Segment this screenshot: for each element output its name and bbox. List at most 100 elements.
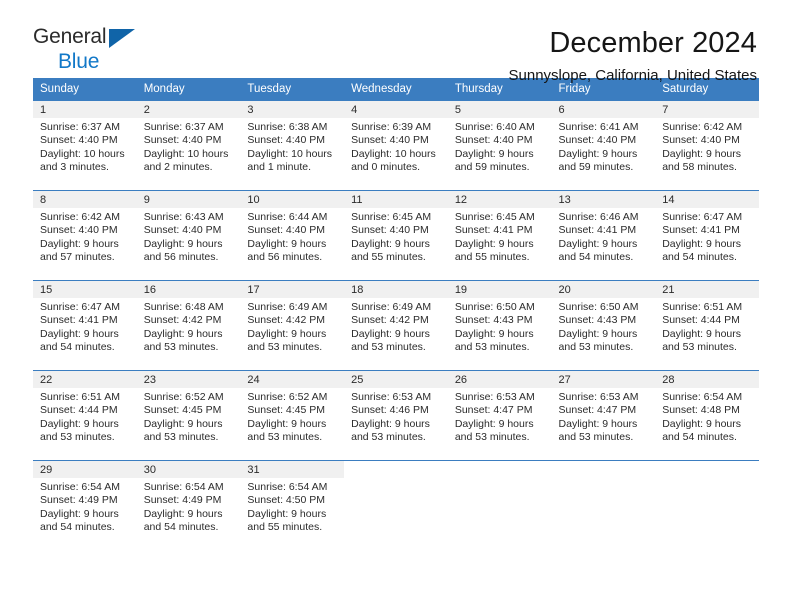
sunset-text: Sunset: 4:42 PM bbox=[247, 314, 326, 327]
calendar-day-cell[interactable]: 30 Sunrise: 6:54 AM Sunset: 4:49 PM Dayligh… bbox=[136, 460, 241, 550]
calendar-day-cell[interactable]: 26 Sunrise: 6:53 AM Sunset: 4:47 PM Dayligh… bbox=[447, 370, 552, 461]
sunrise-text: Sunrise: 6:51 AM bbox=[662, 301, 743, 313]
day-cell-inner: 22 Sunrise: 6:51 AM Sunset: 4:44 PM Dayligh… bbox=[33, 371, 137, 460]
sunset-text: Sunset: 4:46 PM bbox=[351, 404, 429, 417]
calendar-day-cell[interactable]: 20 Sunrise: 6:50 AM Sunset: 4:43 PM Dayligh… bbox=[551, 280, 656, 371]
calendar-day-cell[interactable]: 14 Sunrise: 6:47 AM Sunset: 4:41 PM Dayligh… bbox=[655, 190, 759, 281]
calendar-day-cell[interactable]: 10 Sunrise: 6:44 AM Sunset: 4:40 PM Dayligh… bbox=[240, 190, 345, 281]
daylight-text-line1: Daylight: 9 hours bbox=[247, 507, 327, 520]
calendar-day-cell[interactable]: 15 Sunrise: 6:47 AM Sunset: 4:41 PM Dayligh… bbox=[33, 280, 137, 371]
calendar-day-cell[interactable]: 16 Sunrise: 6:48 AM Sunset: 4:42 PM Dayligh… bbox=[136, 280, 241, 371]
calendar-day-cell[interactable]: 6 Sunrise: 6:41 AM Sunset: 4:40 PM Daylight… bbox=[551, 100, 656, 191]
daylight-text-line2: and 56 minutes. bbox=[247, 251, 323, 264]
daylight-text-line1: Daylight: 9 hours bbox=[662, 417, 742, 430]
day-cell-inner: 1 Sunrise: 6:37 AM Sunset: 4:40 PM Daylight… bbox=[33, 101, 137, 190]
sunset-text: Sunset: 4:44 PM bbox=[40, 404, 118, 417]
sunset-text: Sunset: 4:41 PM bbox=[454, 224, 533, 237]
day-sun-info: Sunrise: 6:51 AM Sunset: 4:44 PM Daylight:… bbox=[33, 388, 137, 445]
calendar-day-cell[interactable]: 12 Sunrise: 6:45 AM Sunset: 4:41 PM Dayligh… bbox=[447, 190, 552, 281]
sunrise-text: Sunrise: 6:50 AM bbox=[558, 301, 639, 313]
sunset-text: Sunset: 4:40 PM bbox=[40, 134, 118, 147]
day-sun-info: Sunrise: 6:47 AM Sunset: 4:41 PM Daylight:… bbox=[33, 298, 137, 355]
daylight-text-line1: Daylight: 9 hours bbox=[558, 417, 638, 430]
calendar-day-cell[interactable]: 19 Sunrise: 6:50 AM Sunset: 4:43 PM Dayligh… bbox=[447, 280, 552, 371]
day-sun-info: Sunrise: 6:53 AM Sunset: 4:46 PM Daylight:… bbox=[344, 388, 448, 445]
calendar-page: General Blue December 2024 Sunnyslope, C… bbox=[0, 0, 792, 612]
calendar-day-cell[interactable]: 24 Sunrise: 6:52 AM Sunset: 4:45 PM Dayligh… bbox=[240, 370, 345, 461]
calendar-day-cell[interactable]: 28 Sunrise: 6:54 AM Sunset: 4:48 PM Dayligh… bbox=[655, 370, 759, 461]
calendar-day-cell[interactable]: 29 Sunrise: 6:54 AM Sunset: 4:49 PM Dayligh… bbox=[33, 460, 137, 550]
calendar-day-cell[interactable]: 1 Sunrise: 6:37 AM Sunset: 4:40 PM Daylight… bbox=[33, 100, 137, 191]
daylight-text-line2: and 53 minutes. bbox=[247, 431, 323, 444]
calendar-day-cell[interactable] bbox=[344, 460, 448, 550]
calendar-day-cell[interactable]: 13 Sunrise: 6:46 AM Sunset: 4:41 PM Dayligh… bbox=[551, 190, 656, 281]
day-number bbox=[447, 461, 552, 478]
sunrise-text: Sunrise: 6:37 AM bbox=[40, 121, 120, 133]
calendar-day-cell[interactable]: 25 Sunrise: 6:53 AM Sunset: 4:46 PM Dayligh… bbox=[344, 370, 448, 461]
calendar-day-cell[interactable]: 31 Sunrise: 6:54 AM Sunset: 4:50 PM Dayligh… bbox=[240, 460, 345, 550]
page-title: December 2024 bbox=[549, 27, 757, 59]
sunset-text: Sunset: 4:50 PM bbox=[247, 494, 326, 507]
calendar-table: Sunday Monday Tuesday Wednesday Thursday… bbox=[33, 78, 759, 550]
calendar-day-cell[interactable]: 8 Sunrise: 6:42 AM Sunset: 4:40 PM Daylight… bbox=[33, 190, 137, 281]
daylight-text-line1: Daylight: 9 hours bbox=[454, 147, 534, 160]
sunset-text: Sunset: 4:45 PM bbox=[143, 404, 222, 417]
daylight-text-line1: Daylight: 10 hours bbox=[143, 147, 229, 160]
day-cell-inner: 10 Sunrise: 6:44 AM Sunset: 4:40 PM Dayligh… bbox=[240, 191, 345, 280]
daylight-text-line2: and 53 minutes. bbox=[558, 431, 634, 444]
day-number: 18 bbox=[344, 281, 448, 298]
calendar-day-cell[interactable] bbox=[655, 460, 759, 550]
day-cell-inner: 24 Sunrise: 6:52 AM Sunset: 4:45 PM Dayligh… bbox=[240, 371, 345, 460]
sunset-text: Sunset: 4:41 PM bbox=[558, 224, 637, 237]
day-number bbox=[655, 461, 759, 478]
daylight-text-line1: Daylight: 9 hours bbox=[247, 417, 327, 430]
daylight-text-line2: and 2 minutes. bbox=[143, 161, 213, 174]
day-sun-info bbox=[552, 478, 656, 481]
calendar-day-cell[interactable]: 4 Sunrise: 6:39 AM Sunset: 4:40 PM Daylight… bbox=[344, 100, 448, 191]
logo-text-blue: Blue bbox=[58, 50, 100, 73]
daylight-text-line2: and 53 minutes. bbox=[247, 341, 323, 354]
calendar-day-cell[interactable]: 11 Sunrise: 6:45 AM Sunset: 4:40 PM Dayligh… bbox=[344, 190, 448, 281]
calendar-day-cell[interactable]: 21 Sunrise: 6:51 AM Sunset: 4:44 PM Dayligh… bbox=[655, 280, 759, 371]
weekday-header-tuesday: Tuesday bbox=[240, 78, 345, 101]
day-number: 24 bbox=[240, 371, 345, 388]
calendar-day-cell[interactable]: 3 Sunrise: 6:38 AM Sunset: 4:40 PM Daylight… bbox=[240, 100, 345, 191]
day-number: 27 bbox=[551, 371, 656, 388]
day-sun-info: Sunrise: 6:49 AM Sunset: 4:42 PM Daylight:… bbox=[240, 298, 344, 355]
sunrise-text: Sunrise: 6:47 AM bbox=[40, 301, 120, 313]
day-cell-inner bbox=[551, 461, 656, 550]
calendar-day-cell[interactable]: 27 Sunrise: 6:53 AM Sunset: 4:47 PM Dayligh… bbox=[551, 370, 656, 461]
day-cell-inner: 11 Sunrise: 6:45 AM Sunset: 4:40 PM Dayligh… bbox=[344, 191, 448, 280]
calendar-day-cell[interactable]: 7 Sunrise: 6:42 AM Sunset: 4:40 PM Daylight… bbox=[655, 100, 759, 191]
title-block: December 2024 Sunnyslope, California, Un… bbox=[509, 26, 757, 86]
sunset-text: Sunset: 4:43 PM bbox=[454, 314, 533, 327]
calendar-week-row: 29 Sunrise: 6:54 AM Sunset: 4:49 PM Dayligh… bbox=[33, 460, 759, 550]
sunrise-text: Sunrise: 6:54 AM bbox=[40, 481, 120, 493]
day-sun-info: Sunrise: 6:45 AM Sunset: 4:40 PM Daylight:… bbox=[344, 208, 448, 265]
daylight-text-line1: Daylight: 9 hours bbox=[558, 147, 638, 160]
calendar-day-cell[interactable]: 22 Sunrise: 6:51 AM Sunset: 4:44 PM Dayligh… bbox=[33, 370, 137, 461]
day-number: 10 bbox=[240, 191, 345, 208]
calendar-day-cell[interactable]: 23 Sunrise: 6:52 AM Sunset: 4:45 PM Dayligh… bbox=[136, 370, 241, 461]
day-sun-info bbox=[655, 478, 759, 481]
calendar-day-cell[interactable] bbox=[447, 460, 552, 550]
day-number: 16 bbox=[136, 281, 241, 298]
daylight-text-line2: and 54 minutes. bbox=[40, 521, 115, 534]
day-sun-info: Sunrise: 6:48 AM Sunset: 4:42 PM Daylight:… bbox=[137, 298, 241, 355]
sunrise-text: Sunrise: 6:47 AM bbox=[662, 211, 743, 223]
calendar-day-cell[interactable] bbox=[551, 460, 656, 550]
calendar-day-cell[interactable]: 2 Sunrise: 6:37 AM Sunset: 4:40 PM Daylight… bbox=[136, 100, 241, 191]
weekday-header-sunday: Sunday bbox=[33, 78, 137, 101]
sunrise-text: Sunrise: 6:45 AM bbox=[454, 211, 535, 223]
day-cell-inner: 26 Sunrise: 6:53 AM Sunset: 4:47 PM Dayligh… bbox=[447, 371, 552, 460]
calendar-day-cell[interactable]: 17 Sunrise: 6:49 AM Sunset: 4:42 PM Dayligh… bbox=[240, 280, 345, 371]
sunset-text: Sunset: 4:40 PM bbox=[247, 134, 326, 147]
day-sun-info: Sunrise: 6:51 AM Sunset: 4:44 PM Daylight:… bbox=[655, 298, 759, 355]
sunset-text: Sunset: 4:40 PM bbox=[558, 134, 637, 147]
sunset-text: Sunset: 4:40 PM bbox=[143, 224, 222, 237]
calendar-body: 1 Sunrise: 6:37 AM Sunset: 4:40 PM Daylight… bbox=[33, 100, 759, 550]
calendar-day-cell[interactable]: 9 Sunrise: 6:43 AM Sunset: 4:40 PM Daylight… bbox=[136, 190, 241, 281]
calendar-day-cell[interactable]: 5 Sunrise: 6:40 AM Sunset: 4:40 PM Daylight… bbox=[447, 100, 552, 191]
daylight-text-line2: and 54 minutes. bbox=[662, 431, 737, 444]
calendar-day-cell[interactable]: 18 Sunrise: 6:49 AM Sunset: 4:42 PM Dayligh… bbox=[344, 280, 448, 371]
